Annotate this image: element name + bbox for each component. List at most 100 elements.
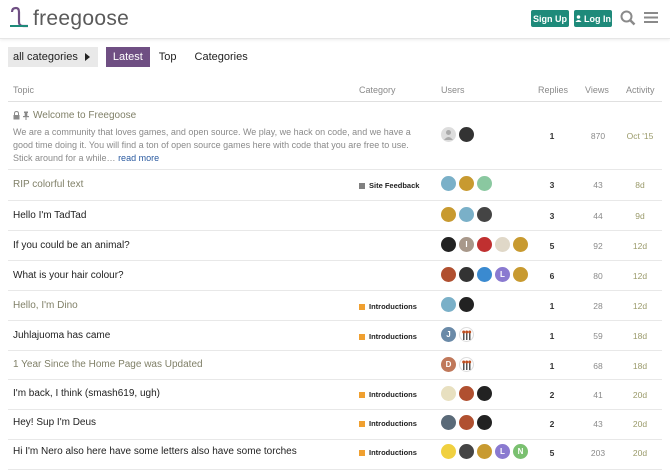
user-avatar-letter[interactable]: L bbox=[495, 267, 510, 282]
default-avatar-icon bbox=[444, 130, 453, 140]
sign-up-button[interactable]: Sign Up bbox=[531, 10, 569, 27]
user-avatar[interactable] bbox=[459, 176, 474, 191]
activity-time[interactable]: 20d bbox=[622, 419, 658, 429]
user-avatar[interactable] bbox=[459, 267, 474, 282]
topic-title[interactable]: Hey! Sup I'm Deus bbox=[13, 417, 96, 428]
topic-title[interactable]: 1 Year Since the Home Page was Updated bbox=[13, 359, 203, 370]
user-avatar[interactable] bbox=[441, 267, 456, 282]
logo-text: freegoose bbox=[33, 7, 130, 30]
user-avatar[interactable] bbox=[477, 444, 492, 459]
user-avatars bbox=[441, 176, 495, 191]
views-count: 59 bbox=[593, 331, 603, 341]
topic-title[interactable]: If you could be an animal? bbox=[13, 240, 130, 251]
user-avatar[interactable] bbox=[513, 237, 528, 252]
site-logo[interactable]: freegoose bbox=[8, 6, 129, 32]
user-avatars: L bbox=[441, 267, 531, 282]
activity-time[interactable]: 18d bbox=[622, 361, 658, 371]
user-avatar[interactable] bbox=[513, 267, 528, 282]
user-avatar[interactable] bbox=[441, 297, 456, 312]
user-avatar[interactable] bbox=[459, 327, 474, 342]
user-avatar[interactable] bbox=[495, 237, 510, 252]
hamburger-icon[interactable] bbox=[644, 11, 658, 24]
user-avatar-letter[interactable]: N bbox=[513, 444, 528, 459]
user-avatar[interactable] bbox=[459, 444, 474, 459]
activity-time[interactable]: 12d bbox=[622, 271, 658, 281]
topic-title[interactable]: Hello I'm TadTad bbox=[13, 210, 86, 221]
excerpt-text: We are a community that loves games, and… bbox=[13, 127, 411, 163]
activity-time[interactable]: 18d bbox=[622, 331, 658, 341]
user-avatar[interactable] bbox=[441, 415, 456, 430]
tab-top[interactable]: Top bbox=[152, 47, 184, 67]
torches-icon bbox=[462, 330, 472, 340]
category-badge[interactable]: Introductions bbox=[359, 302, 417, 311]
user-avatars: D bbox=[441, 357, 477, 372]
user-avatars bbox=[441, 127, 477, 142]
activity-time[interactable]: 9d bbox=[622, 211, 658, 221]
category-badge[interactable]: Site Feedback bbox=[359, 181, 419, 190]
category-name: Introductions bbox=[369, 332, 417, 341]
log-in-button[interactable]: Log In bbox=[574, 10, 612, 27]
tab-latest[interactable]: Latest bbox=[105, 47, 150, 67]
category-badge[interactable]: Introductions bbox=[359, 419, 417, 428]
user-avatar[interactable] bbox=[441, 127, 456, 142]
user-avatar-letter[interactable]: L bbox=[495, 444, 510, 459]
user-avatar[interactable] bbox=[459, 415, 474, 430]
header-users[interactable]: Users bbox=[441, 85, 465, 95]
replies-count: 1 bbox=[549, 361, 555, 371]
tab-categories[interactable]: Categories bbox=[188, 47, 255, 67]
user-avatar-letter[interactable]: I bbox=[459, 237, 474, 252]
activity-time[interactable]: 20d bbox=[622, 448, 658, 458]
views-count: 43 bbox=[593, 180, 603, 190]
user-avatar[interactable] bbox=[477, 237, 492, 252]
table-row: RIP colorful text Site Feedback 3 43 8d bbox=[8, 170, 662, 201]
caret-right-icon bbox=[84, 53, 90, 61]
user-avatar[interactable] bbox=[459, 357, 474, 372]
user-avatar[interactable] bbox=[477, 415, 492, 430]
activity-time[interactable]: Oct '15 bbox=[622, 131, 658, 141]
table-row: Hello I'm TadTad 3 44 9d bbox=[8, 201, 662, 231]
search-icon[interactable] bbox=[620, 9, 636, 27]
user-avatar[interactable] bbox=[459, 297, 474, 312]
read-more-link[interactable]: read more bbox=[118, 153, 159, 163]
category-color-square bbox=[359, 420, 365, 427]
header-views[interactable]: Views bbox=[585, 85, 609, 95]
user-avatars bbox=[441, 297, 477, 312]
user-avatar[interactable] bbox=[459, 127, 474, 142]
views-count: 44 bbox=[593, 211, 603, 221]
category-color-square bbox=[359, 333, 365, 340]
user-avatar[interactable] bbox=[477, 176, 492, 191]
topic-title[interactable]: Hi I'm Nero also here have some letters … bbox=[13, 446, 297, 457]
user-avatar-letter[interactable]: J bbox=[441, 327, 456, 342]
header-topic[interactable]: Topic bbox=[13, 85, 34, 95]
topic-title[interactable]: Welcome to Freegoose bbox=[13, 110, 136, 121]
activity-time[interactable]: 8d bbox=[622, 180, 658, 190]
header-category[interactable]: Category bbox=[359, 85, 396, 95]
header-activity[interactable]: Activity bbox=[626, 85, 655, 95]
topic-title[interactable]: RIP colorful text bbox=[13, 179, 83, 190]
topic-title[interactable]: What is your hair colour? bbox=[13, 270, 124, 281]
user-avatar[interactable] bbox=[459, 207, 474, 222]
user-avatar[interactable] bbox=[441, 386, 456, 401]
user-avatar[interactable] bbox=[477, 267, 492, 282]
topic-title[interactable]: Juhlajuoma has came bbox=[13, 330, 110, 341]
category-badge[interactable]: Introductions bbox=[359, 448, 417, 457]
table-row: Hey! Sup I'm Deus Introductions 2 43 20d bbox=[8, 410, 662, 440]
activity-time[interactable]: 12d bbox=[622, 241, 658, 251]
user-icon bbox=[575, 15, 582, 22]
user-avatar[interactable] bbox=[441, 207, 456, 222]
user-avatar[interactable] bbox=[441, 237, 456, 252]
user-avatar-letter[interactable]: D bbox=[441, 357, 456, 372]
user-avatar[interactable] bbox=[441, 176, 456, 191]
category-dropdown[interactable]: all categories bbox=[8, 47, 98, 67]
user-avatar[interactable] bbox=[477, 207, 492, 222]
user-avatar[interactable] bbox=[459, 386, 474, 401]
activity-time[interactable]: 20d bbox=[622, 390, 658, 400]
user-avatar[interactable] bbox=[441, 444, 456, 459]
header-replies[interactable]: Replies bbox=[538, 85, 568, 95]
topic-title[interactable]: Hello, I'm Dino bbox=[13, 300, 78, 311]
topic-title[interactable]: I'm back, I think (smash619, ugh) bbox=[13, 388, 160, 399]
user-avatar[interactable] bbox=[477, 386, 492, 401]
category-badge[interactable]: Introductions bbox=[359, 332, 417, 341]
activity-time[interactable]: 12d bbox=[622, 301, 658, 311]
category-badge[interactable]: Introductions bbox=[359, 390, 417, 399]
